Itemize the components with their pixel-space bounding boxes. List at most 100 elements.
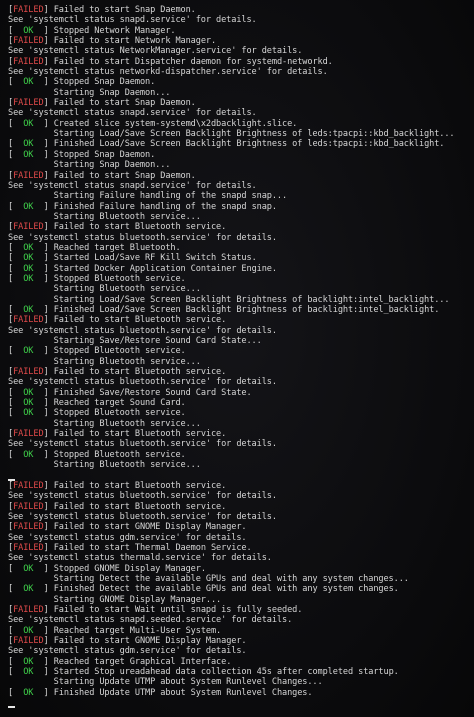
boot-console: [FAILED] Failed to start Snap Daemon. See… xyxy=(0,0,474,717)
console-message: Stopped Bluetooth service. xyxy=(53,346,186,357)
status-ok: OK xyxy=(13,139,44,150)
status-bracket-close: ] xyxy=(43,273,54,284)
console-message: Created slice system-systemd\x2dbackligh… xyxy=(53,118,298,129)
console-line: See 'systemctl status bluetooth.service'… xyxy=(8,233,468,243)
console-message: Finished Load/Save Screen Backlight Brig… xyxy=(53,139,445,150)
console-message: See 'systemctl status thermald.service' … xyxy=(8,553,272,564)
console-message: Stopped Bluetooth service. xyxy=(53,449,186,460)
console-line: [ OK ] Finished Detect the available GPU… xyxy=(8,584,468,594)
console-message: Stopped Snap Daemon. xyxy=(53,149,156,160)
status-ok: OK xyxy=(13,449,44,460)
status-bracket-close: ] xyxy=(43,56,54,67)
console-message: Failed to start Snap Daemon. xyxy=(53,170,196,181)
status-bracket-close: ] xyxy=(43,5,54,15)
console-message: Failed to start Bluetooth service. xyxy=(53,222,227,233)
console-line: [FAILED] Failed to start Network Manager… xyxy=(8,36,468,46)
status-bracket-close: ] xyxy=(43,118,54,129)
console-line: [ OK ] Stopped Bluetooth service. xyxy=(8,274,468,284)
console-line: [FAILED] Failed to start Snap Daemon. xyxy=(8,98,468,108)
status-ok: OK xyxy=(13,687,44,698)
console-message: Finished Failure handling of the snapd s… xyxy=(53,201,277,212)
console-line: [FAILED] Failed to start Bluetooth servi… xyxy=(8,502,468,512)
status-bracket-close: ] xyxy=(43,25,54,36)
console-line: [FAILED] Failed to start Bluetooth servi… xyxy=(8,222,468,232)
status-bracket-close: ] xyxy=(43,449,54,460)
status-ok: OK xyxy=(13,656,44,667)
status-ok: OK xyxy=(13,408,44,419)
status-ok: OK xyxy=(13,304,44,315)
console-line: See 'systemctl status bluetooth.service'… xyxy=(8,512,468,522)
status-failed: FAILED xyxy=(13,367,44,378)
console-message: See 'systemctl status gdm.service' for d… xyxy=(8,646,247,657)
console-message: Failed to start Network Manager. xyxy=(53,36,217,47)
console-message: Stopped GNOME Display Manager. xyxy=(53,563,206,574)
status-bracket-close: ] xyxy=(43,687,54,698)
console-message: Stopped Network Manager. xyxy=(53,25,176,36)
console-line: Starting Bluetooth service... xyxy=(8,284,468,294)
console-line: [ OK ] Started Docker Application Contai… xyxy=(8,264,468,274)
status-ok: OK xyxy=(13,149,44,160)
console-message: Failed to start Bluetooth service. xyxy=(53,480,227,491)
status-failed: FAILED xyxy=(13,222,44,233)
console-message: Starting Load/Save Screen Backlight Brig… xyxy=(8,129,455,140)
status-failed: FAILED xyxy=(13,56,44,67)
status-bracket-close: ] xyxy=(43,139,54,150)
console-line: Starting Update UTMP about System Runlev… xyxy=(8,677,468,687)
console-line: See 'systemctl status bluetooth.service'… xyxy=(8,326,468,336)
console-message: Stopped Bluetooth service. xyxy=(53,408,186,419)
status-bracket-close: ] xyxy=(43,625,54,636)
status-ok: OK xyxy=(13,242,44,253)
status-bracket-close: ] xyxy=(43,584,54,595)
status-bracket-close: ] xyxy=(43,563,54,574)
console-line: [ OK ] Stopped Bluetooth service. xyxy=(8,450,468,460)
status-bracket-close: ] xyxy=(43,149,54,160)
console-message: Starting Update UTMP about System Runlev… xyxy=(8,677,323,688)
status-bracket-close: ] xyxy=(43,398,54,409)
status-ok: OK xyxy=(13,25,44,36)
console-message: See 'systemctl status snapd.service' for… xyxy=(8,180,257,191)
status-ok: OK xyxy=(13,201,44,212)
status-failed: FAILED xyxy=(13,480,44,491)
console-line: See 'systemctl status snapd.service' for… xyxy=(8,108,468,118)
console-line: See 'systemctl status bluetooth.service'… xyxy=(8,439,468,449)
status-failed: FAILED xyxy=(13,36,44,47)
console-line: [ OK ] Finished Save/Restore Sound Card … xyxy=(8,388,468,398)
status-bracket-close: ] xyxy=(43,501,54,512)
console-line: [FAILED] Failed to start Snap Daemon. xyxy=(8,5,468,15)
status-ok: OK xyxy=(13,263,44,274)
status-ok: OK xyxy=(13,77,44,88)
console-message: See 'systemctl status bluetooth.service'… xyxy=(8,511,277,522)
status-ok: OK xyxy=(13,387,44,398)
console-message: Failed to start Wait until snapd is full… xyxy=(53,604,303,615)
console-message: Starting Snap Daemon... xyxy=(8,160,171,171)
console-line: [ OK ] Reached target Bluetooth. xyxy=(8,243,468,253)
console-line: [ OK ] Stopped Snap Daemon. xyxy=(8,150,468,160)
status-bracket-close: ] xyxy=(43,222,54,233)
console-message: See 'systemctl status bluetooth.service'… xyxy=(8,232,277,243)
console-message: Failed to start Snap Daemon. xyxy=(53,98,196,109)
console-line: Starting Bluetooth service... xyxy=(8,419,468,429)
console-message: Failed to start GNOME Display Manager. xyxy=(53,522,247,533)
console-message: See 'systemctl status gdm.service' for d… xyxy=(8,532,247,543)
console-line: [ OK ] Started Load/Save RF Kill Switch … xyxy=(8,253,468,263)
console-line: [ OK ] Reached target Graphical Interfac… xyxy=(8,657,468,667)
console-message: Starting Bluetooth service... xyxy=(8,460,201,471)
console-line: See 'systemctl status networkd-dispatche… xyxy=(8,67,468,77)
console-line: [FAILED] Failed to start Thermal Daemon … xyxy=(8,543,468,553)
console-line: [ OK ] Started Stop ureadahead data coll… xyxy=(8,667,468,677)
console-message: Reached target Sound Card. xyxy=(53,398,186,409)
status-bracket-close: ] xyxy=(43,253,54,264)
status-failed: FAILED xyxy=(13,542,44,553)
console-line: See 'systemctl status gdm.service' for d… xyxy=(8,646,468,656)
status-bracket-close: ] xyxy=(43,170,54,181)
console-message: Reached target Graphical Interface. xyxy=(53,656,232,667)
status-bracket-close: ] xyxy=(43,36,54,47)
status-failed: FAILED xyxy=(13,315,44,326)
console-message: Failed to start Bluetooth service. xyxy=(53,429,227,440)
status-bracket-close: ] xyxy=(43,346,54,357)
console-message: See 'systemctl status snapd.service' for… xyxy=(8,15,257,26)
console-message: Failed to start Bluetooth service. xyxy=(53,501,227,512)
console-line xyxy=(8,698,468,709)
console-message: Failed to start Snap Daemon. xyxy=(53,5,196,15)
status-failed: FAILED xyxy=(13,5,44,15)
